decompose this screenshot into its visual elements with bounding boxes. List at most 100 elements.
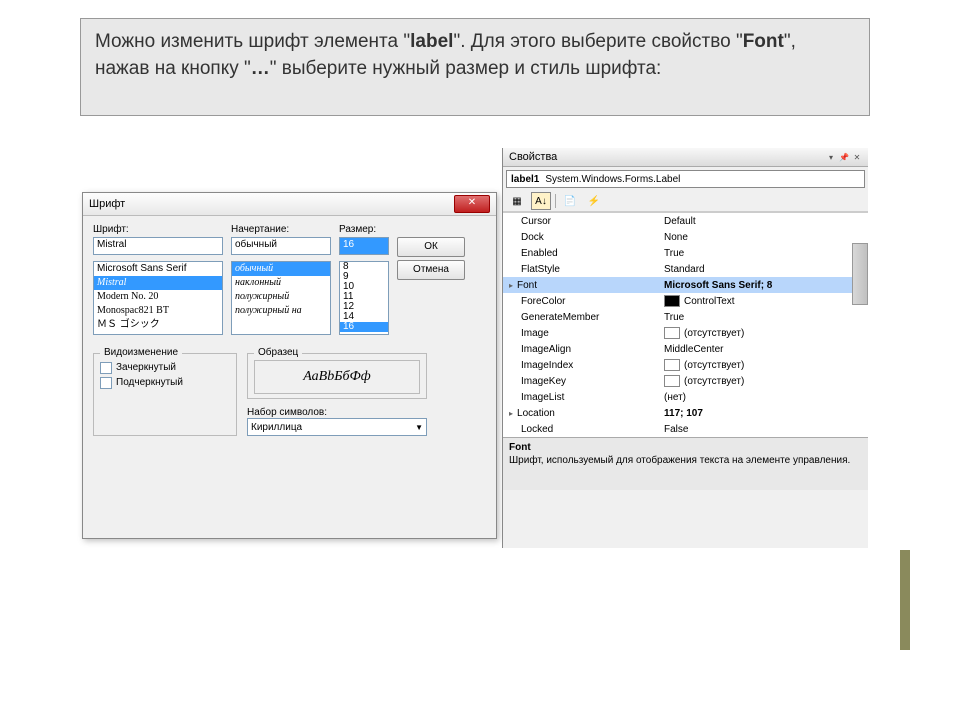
checkbox-icon (100, 362, 112, 374)
checkbox-icon (100, 377, 112, 389)
font-list-item[interactable]: Modern No. 20 (94, 290, 222, 304)
property-value[interactable]: Microsoft Sans Serif; 8 (661, 280, 868, 291)
style-list-item[interactable]: полужирный на (232, 304, 330, 318)
property-name: GenerateMember (503, 312, 661, 323)
property-name: Location (503, 408, 661, 419)
font-dialog-screenshot: Шрифт ✕ Шрифт: Начертание: Размер: Mistr… (80, 148, 500, 548)
object-selector[interactable]: label1System.Windows.Forms.Label (506, 170, 865, 188)
size-list-item[interactable]: 14 (340, 312, 388, 322)
property-row[interactable]: ImageKey(отсутствует) (503, 373, 868, 389)
size-list-item[interactable]: 16 (340, 322, 388, 332)
size-list-item[interactable]: 8 (340, 262, 388, 272)
size-label: Размер: (339, 224, 389, 235)
font-input[interactable]: Mistral (93, 237, 223, 255)
close-icon[interactable]: ✕ (852, 152, 862, 162)
property-value[interactable]: ControlText (661, 295, 868, 307)
size-list-item[interactable]: 12 (340, 302, 388, 312)
properties-button[interactable]: 📄 (560, 192, 580, 210)
close-button[interactable]: ✕ (454, 195, 490, 213)
properties-header[interactable]: Свойства ▾ 📌 ✕ (503, 148, 868, 167)
size-list-item[interactable]: 9 (340, 272, 388, 282)
script-label: Набор символов: (247, 407, 427, 418)
property-grid[interactable]: CursorDefaultDockNoneEnabledTrueFlatStyl… (503, 212, 868, 437)
sample-title: Образец (254, 347, 302, 358)
property-value[interactable]: (отсутствует) (661, 359, 868, 371)
empty-swatch-icon (664, 375, 680, 387)
properties-panel: Свойства ▾ 📌 ✕ label1System.Windows.Form… (502, 148, 868, 548)
property-value[interactable]: (нет) (661, 392, 868, 403)
underline-checkbox[interactable]: Подчеркнутый (100, 375, 230, 390)
titlebar[interactable]: Шрифт ✕ (83, 193, 496, 216)
pin-icon[interactable]: 📌 (839, 152, 849, 162)
style-list-item[interactable]: обычный (232, 262, 330, 276)
decorative-bar (900, 550, 910, 650)
size-list-item[interactable]: 11 (340, 292, 388, 302)
property-description: Font Шрифт, используемый для отображения… (503, 437, 868, 490)
effects-title: Видоизменение (100, 347, 182, 358)
property-row[interactable]: LockedFalse (503, 421, 868, 437)
property-row[interactable]: FontMicrosoft Sans Serif; 8 (503, 277, 868, 293)
style-input[interactable]: обычный (231, 237, 331, 255)
strikeout-checkbox[interactable]: Зачеркнутый (100, 360, 230, 375)
size-input[interactable]: 16 (339, 237, 389, 255)
property-row[interactable]: CursorDefault (503, 213, 868, 229)
property-value[interactable]: Standard (661, 264, 868, 275)
font-list-item[interactable]: ＭＳ ゴシック (94, 318, 222, 332)
property-name: ImageIndex (503, 360, 661, 371)
style-list-item[interactable]: наклонный (232, 276, 330, 290)
ok-button[interactable]: ОК (397, 237, 465, 257)
dropdown-icon[interactable]: ▾ (826, 152, 836, 162)
cancel-button[interactable]: Отмена (397, 260, 465, 280)
property-name: Cursor (503, 216, 661, 227)
size-list-item[interactable]: 10 (340, 282, 388, 292)
property-row[interactable]: Location117; 107 (503, 405, 868, 421)
chevron-down-icon: ▼ (415, 423, 423, 432)
size-listbox[interactable]: 891011121416 (339, 261, 389, 335)
property-row[interactable]: FlatStyleStandard (503, 261, 868, 277)
style-list-item[interactable]: полужирный (232, 290, 330, 304)
property-row[interactable]: ImageIndex(отсутствует) (503, 357, 868, 373)
events-button[interactable]: ⚡ (584, 192, 604, 210)
property-name: ImageAlign (503, 344, 661, 355)
property-value[interactable]: True (661, 312, 868, 323)
alphabetical-button[interactable]: A↓ (531, 192, 551, 210)
property-name: Locked (503, 424, 661, 435)
property-value[interactable]: True (661, 248, 868, 259)
property-row[interactable]: ForeColorControlText (503, 293, 868, 309)
property-value[interactable]: 117; 107 (661, 408, 868, 419)
empty-swatch-icon (664, 327, 680, 339)
font-list-item[interactable]: Mistral (94, 276, 222, 290)
property-name: FlatStyle (503, 264, 661, 275)
property-row[interactable]: DockNone (503, 229, 868, 245)
instruction-text: Можно изменить шрифт элемента "label". Д… (95, 31, 796, 79)
font-dialog: Шрифт ✕ Шрифт: Начертание: Размер: Mistr… (82, 192, 497, 539)
property-name: Enabled (503, 248, 661, 259)
sample-text: АаВbБбФф (254, 360, 420, 394)
font-listbox[interactable]: Microsoft Sans SerifMistralModern No. 20… (93, 261, 223, 335)
font-label: Шрифт: (93, 224, 223, 235)
instruction-panel: Можно изменить шрифт элемента "label". Д… (80, 18, 870, 116)
property-value[interactable]: (отсутствует) (661, 327, 868, 339)
property-value[interactable]: MiddleCenter (661, 344, 868, 355)
font-list-item[interactable]: Monospac821 BT (94, 304, 222, 318)
font-list-item[interactable]: Microsoft Sans Serif (94, 262, 222, 276)
property-name: Font (503, 280, 661, 291)
property-row[interactable]: ImageList(нет) (503, 389, 868, 405)
property-value[interactable]: (отсутствует) (661, 375, 868, 387)
properties-title: Свойства (509, 151, 557, 163)
categorized-button[interactable]: ▦ (507, 192, 527, 210)
empty-swatch-icon (664, 359, 680, 371)
property-name: ForeColor (503, 296, 661, 307)
property-row[interactable]: ImageAlignMiddleCenter (503, 341, 868, 357)
script-combo[interactable]: Кириллица▼ (247, 418, 427, 436)
property-value[interactable]: False (661, 424, 868, 435)
property-row[interactable]: Image(отсутствует) (503, 325, 868, 341)
property-value[interactable]: None (661, 232, 868, 243)
style-listbox[interactable]: обычныйнаклонныйполужирныйполужирный на (231, 261, 331, 335)
property-value[interactable]: Default (661, 216, 868, 227)
properties-toolbar: ▦ A↓ 📄 ⚡ (503, 191, 868, 212)
property-row[interactable]: GenerateMemberTrue (503, 309, 868, 325)
property-row[interactable]: EnabledTrue (503, 245, 868, 261)
scrollbar-thumb[interactable] (852, 243, 868, 305)
property-name: Dock (503, 232, 661, 243)
